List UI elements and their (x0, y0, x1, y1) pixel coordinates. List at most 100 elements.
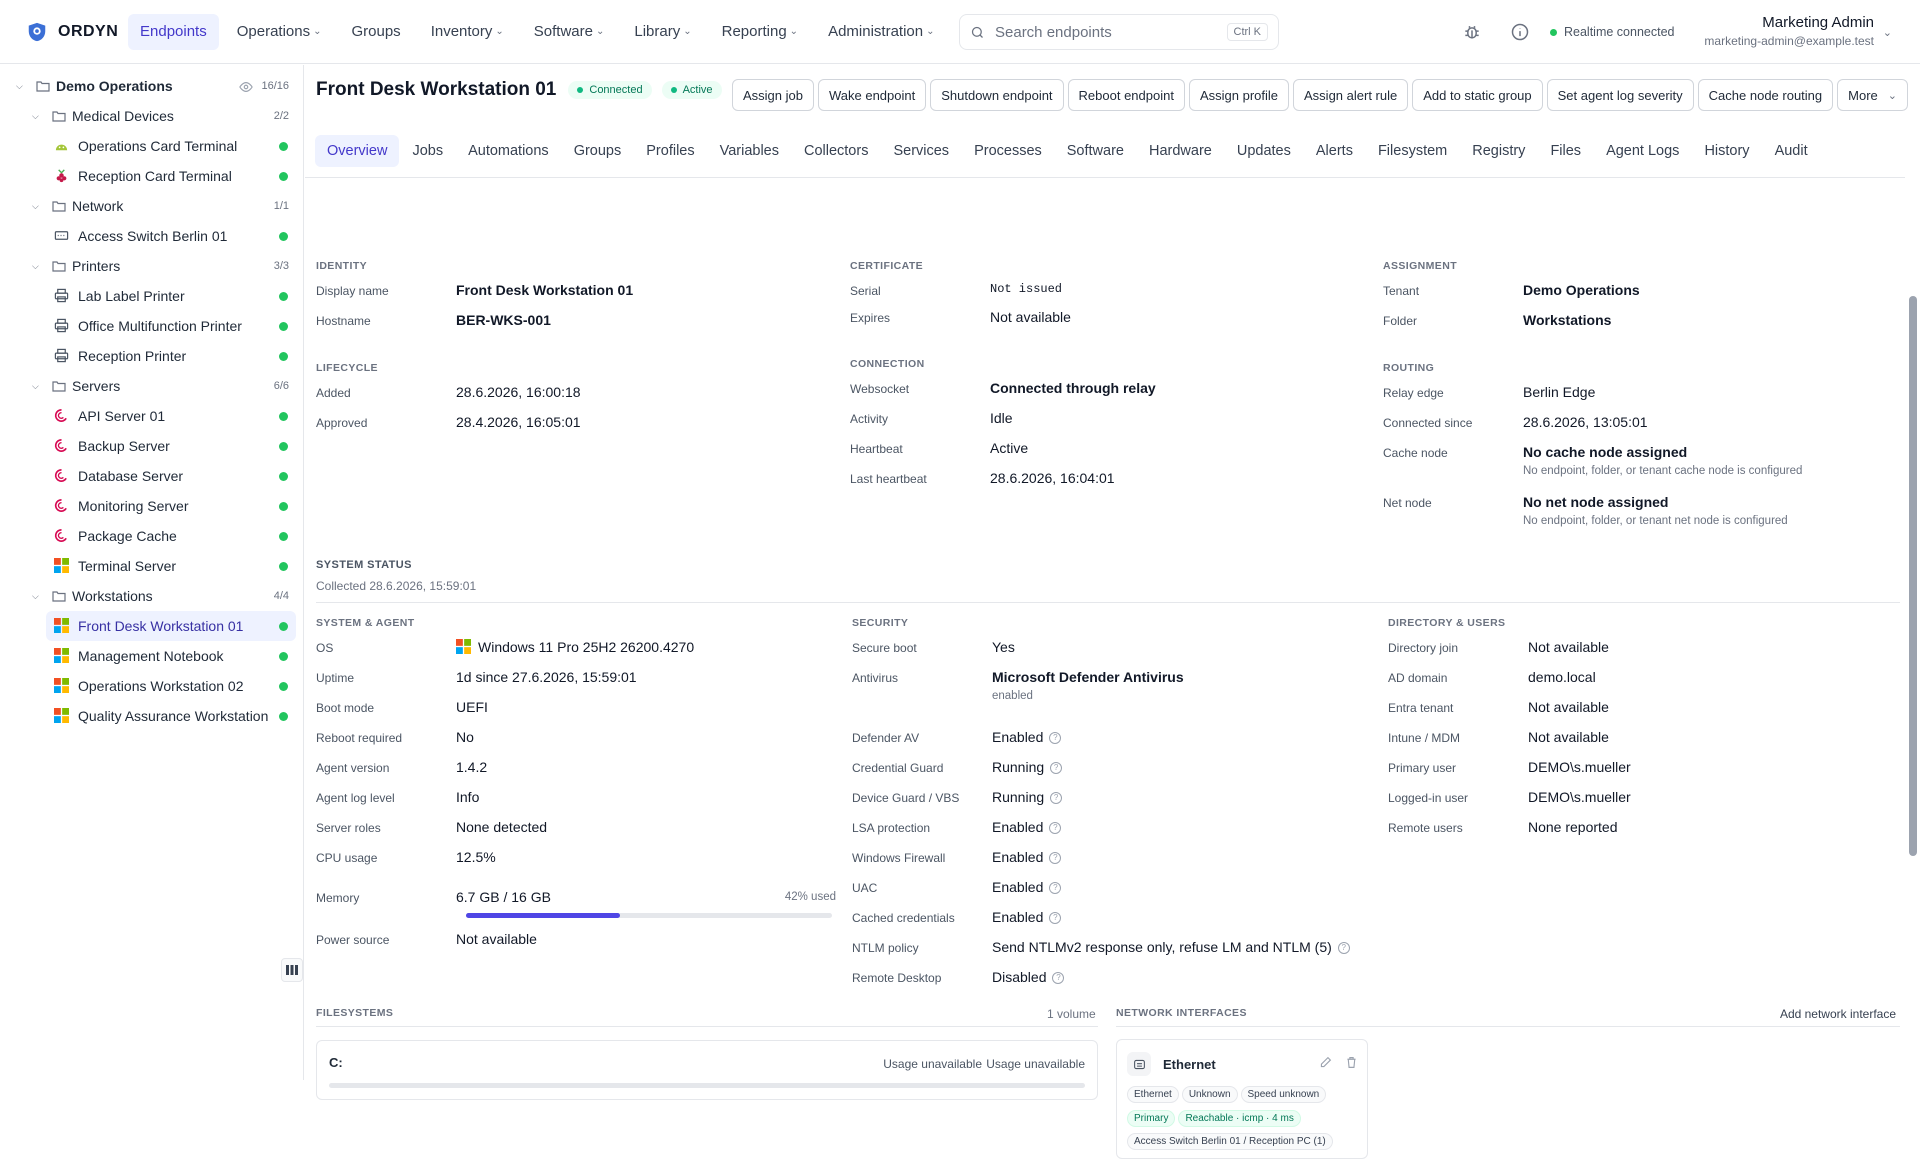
tree-folder-servers[interactable]: ⌵ Servers 6/6 (0, 371, 303, 401)
chevron-down-icon[interactable]: ⌵ (32, 381, 39, 392)
nav-item-endpoints[interactable]: Endpoints (128, 13, 219, 50)
tab-groups[interactable]: Groups (562, 135, 634, 167)
bug-icon[interactable] (1462, 22, 1482, 42)
security-row: Defender AV Enabled? (852, 729, 1062, 745)
directory-row: AD domain demo.local (1388, 669, 1596, 685)
nav-item-library[interactable]: Library ⌄ (622, 14, 703, 50)
tree-endpoint-label: Front Desk Workstation 01 (78, 618, 244, 634)
tree-endpoint[interactable]: Lab Label Printer (0, 281, 303, 311)
tree-endpoint[interactable]: Monitoring Server (0, 491, 303, 521)
tab-profiles[interactable]: Profiles (634, 135, 706, 167)
add-network-interface-link[interactable]: Add network interface (1780, 1007, 1896, 1021)
tree-endpoint[interactable]: Access Switch Berlin 01 (0, 221, 303, 251)
app-logo[interactable]: ORDYN (26, 21, 126, 43)
tree-endpoint[interactable]: API Server 01 (0, 401, 303, 431)
tab-collectors[interactable]: Collectors (792, 135, 880, 167)
tab-automations[interactable]: Automations (456, 135, 561, 167)
nav-item-reporting[interactable]: Reporting ⌄ (710, 14, 810, 50)
tab-updates[interactable]: Updates (1225, 135, 1303, 167)
help-icon[interactable]: ? (1049, 912, 1062, 925)
nav-item-operations[interactable]: Operations ⌄ (225, 14, 334, 50)
chevron-down-icon[interactable]: ⌵ (32, 261, 39, 272)
reboot-endpoint-button[interactable]: Reboot endpoint (1067, 79, 1185, 111)
trash-icon[interactable] (1345, 1056, 1358, 1069)
tab-services[interactable]: Services (881, 135, 961, 167)
chevron-down-icon[interactable]: ⌵ (32, 201, 39, 212)
online-status-dot (279, 231, 288, 241)
tab-processes[interactable]: Processes (962, 135, 1054, 167)
nav-item-label: Endpoints (140, 23, 207, 40)
tab-history[interactable]: History (1692, 135, 1761, 167)
eye-icon[interactable] (239, 80, 253, 96)
tree-endpoint[interactable]: Backup Server (0, 431, 303, 461)
tree-endpoint[interactable]: Reception Card Terminal (0, 161, 303, 191)
wake-endpoint-button[interactable]: Wake endpoint (817, 79, 927, 111)
help-icon[interactable]: ? (1049, 852, 1062, 865)
cache-node-routing-button[interactable]: Cache node routing (1697, 79, 1834, 111)
antivirus-status: enabled (992, 690, 1033, 702)
tree-endpoint[interactable]: Database Server (0, 461, 303, 491)
search-input[interactable]: Search endpoints (995, 24, 1227, 41)
tab-jobs[interactable]: Jobs (400, 135, 455, 167)
tab-alerts[interactable]: Alerts (1304, 135, 1365, 167)
content-scrollbar[interactable] (1909, 296, 1917, 856)
help-icon[interactable]: ? (1049, 822, 1062, 835)
more-button[interactable]: More ⌄ (1837, 79, 1908, 111)
tree-endpoint[interactable]: Office Multifunction Printer (0, 311, 303, 341)
help-icon[interactable]: ? (1050, 792, 1063, 805)
filesystem-card[interactable]: C: Usage unavailable Usage unavailable (316, 1040, 1098, 1100)
edit-icon[interactable] (1319, 1056, 1332, 1069)
user-email: marketing-admin@example.test (1704, 34, 1874, 48)
tree-endpoint[interactable]: Front Desk Workstation 01 (0, 611, 303, 641)
add-to-static-group-button[interactable]: Add to static group (1412, 79, 1543, 111)
security-row: Remote Desktop Disabled? (852, 969, 1065, 985)
tree-endpoint[interactable]: Operations Workstation 02 (0, 671, 303, 701)
help-icon[interactable]: ? (1049, 732, 1062, 745)
nav-item-groups[interactable]: Groups (339, 14, 412, 50)
info-icon[interactable] (1510, 22, 1530, 42)
help-icon[interactable]: ? (1052, 972, 1065, 985)
set-agent-log-severity-button[interactable]: Set agent log severity (1546, 79, 1694, 111)
nav-item-administration[interactable]: Administration ⌄ (816, 14, 946, 50)
system-row-text: 1.4.2 (456, 759, 488, 775)
network-interface-card[interactable]: Ethernet Ethernet Unknown Speed unknown Pr… (1116, 1039, 1368, 1159)
help-icon[interactable]: ? (1337, 942, 1350, 955)
tree-folder-network[interactable]: ⌵ Network 1/1 (0, 191, 303, 221)
chevron-down-icon[interactable]: ⌵ (32, 591, 39, 602)
tree-folder-workstations[interactable]: ⌵ Workstations 4/4 (0, 581, 303, 611)
tab-hardware[interactable]: Hardware (1137, 135, 1224, 167)
tab-variables[interactable]: Variables (708, 135, 791, 167)
nav-item-inventory[interactable]: Inventory ⌄ (419, 14, 516, 50)
help-icon[interactable]: ? (1049, 882, 1062, 895)
tree-endpoint[interactable]: Terminal Server (0, 551, 303, 581)
chevron-down-icon[interactable]: ⌄ (1883, 26, 1892, 39)
nav-item-software[interactable]: Software ⌄ (522, 14, 617, 50)
sidebar-toggle-button[interactable] (281, 958, 303, 982)
search-box[interactable]: Search endpoints Ctrl K (959, 14, 1279, 50)
tree-endpoint[interactable]: Package Cache (0, 521, 303, 551)
help-icon[interactable]: ? (1050, 762, 1063, 775)
user-menu[interactable]: Marketing Admin marketing-admin@example.… (1704, 14, 1874, 48)
assign-alert-rule-button[interactable]: Assign alert rule (1293, 79, 1409, 111)
chevron-down-icon[interactable]: ⌵ (16, 81, 23, 92)
tab-files[interactable]: Files (1538, 135, 1593, 167)
tree-endpoint[interactable]: Operations Card Terminal (0, 131, 303, 161)
page-title: Front Desk Workstation 01 (316, 79, 557, 100)
tab-software[interactable]: Software (1055, 135, 1136, 167)
shutdown-endpoint-button[interactable]: Shutdown endpoint (930, 79, 1064, 111)
chevron-down-icon[interactable]: ⌵ (32, 111, 39, 122)
tree-folder-medical-devices[interactable]: ⌵ Medical Devices 2/2 (0, 101, 303, 131)
tab-filesystem[interactable]: Filesystem (1366, 135, 1459, 167)
tree-folder-printers[interactable]: ⌵ Printers 3/3 (0, 251, 303, 281)
assign-profile-button[interactable]: Assign profile (1188, 79, 1290, 111)
tab-agent-logs[interactable]: Agent Logs (1594, 135, 1691, 167)
tree-endpoint[interactable]: Management Notebook (0, 641, 303, 671)
assignment-heading: ASSIGNMENT (1383, 260, 1458, 272)
assign-job-button[interactable]: Assign job (732, 79, 814, 111)
tab-audit[interactable]: Audit (1763, 135, 1820, 167)
tree-root[interactable]: ⌵ Demo Operations 16/16 (0, 71, 303, 101)
tab-overview[interactable]: Overview (315, 135, 400, 167)
tree-endpoint[interactable]: Quality Assurance Workstation (0, 701, 303, 731)
tab-registry[interactable]: Registry (1460, 135, 1537, 167)
tree-endpoint[interactable]: Reception Printer (0, 341, 303, 371)
